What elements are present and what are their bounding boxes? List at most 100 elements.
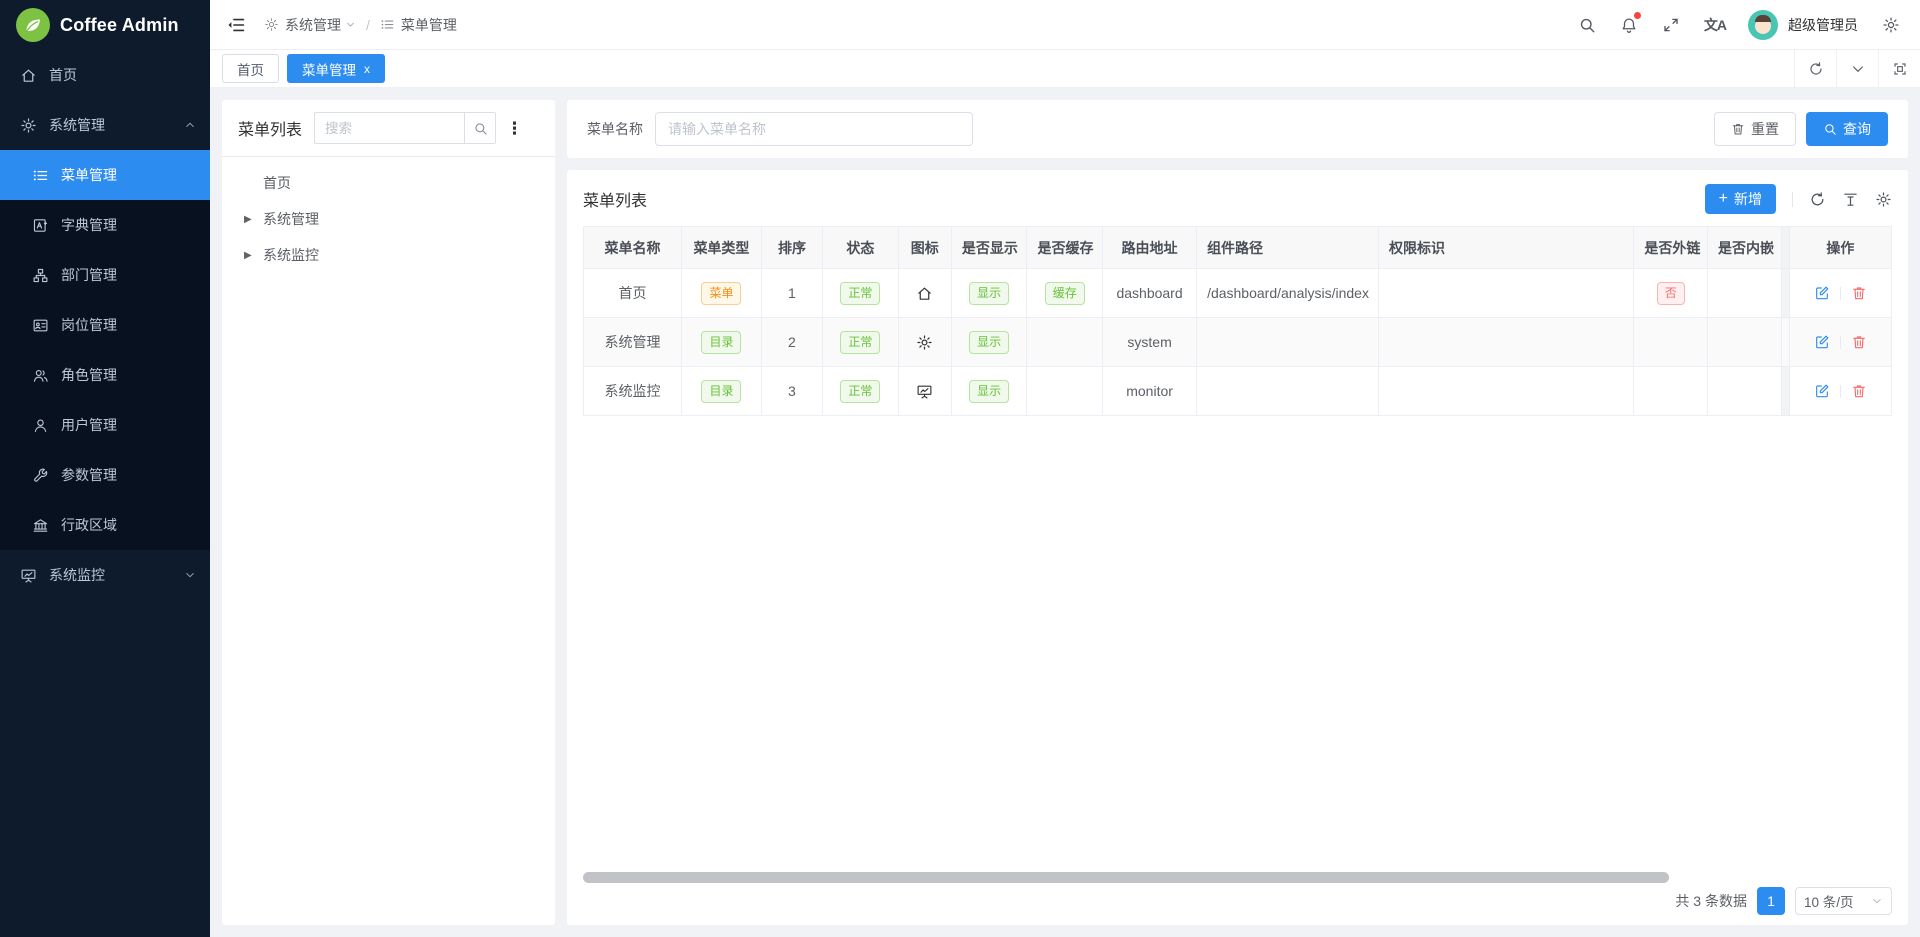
app-title: Coffee Admin — [60, 15, 179, 36]
visible-badge: 显示 — [969, 380, 1009, 403]
table-wrapper: 菜单名称 菜单类型 排序 状态 图标 是否显示 是否缓存 路由地址 组件路径 — [583, 226, 1892, 416]
app-window: Coffee Admin 首页 系统管理 菜单管理 字典管理 — [0, 0, 1920, 937]
sidebar-item-label: 岗位管理 — [61, 315, 117, 335]
table-header-row: 菜单名称 菜单类型 排序 状态 图标 是否显示 是否缓存 路由地址 组件路径 — [584, 227, 1892, 269]
row-actions — [1800, 383, 1881, 399]
sidebar-item-menu-management[interactable]: 菜单管理 — [0, 150, 210, 200]
right-column: 菜单名称 重置 查询 — [567, 100, 1908, 925]
sidebar-item-user-management[interactable]: 用户管理 — [0, 400, 210, 450]
status-badge: 正常 — [840, 282, 880, 305]
caret-right-icon[interactable]: ▶ — [244, 250, 256, 261]
cell-external — [1634, 367, 1708, 416]
sidebar-item-system-management[interactable]: 系统管理 — [0, 100, 210, 150]
edit-icon[interactable] — [1814, 285, 1830, 301]
menu-fold-icon[interactable] — [226, 15, 246, 35]
tree-node-label: 首页 — [263, 173, 291, 193]
cell-external — [1634, 318, 1708, 367]
scrollbar-gutter — [1781, 269, 1789, 318]
tab-menu-management[interactable]: 菜单管理 x — [287, 54, 385, 83]
avatar[interactable] — [1748, 10, 1778, 40]
add-button-label: 新增 — [1734, 189, 1762, 209]
tree-node-system[interactable]: ▶ 系统管理 — [232, 201, 545, 237]
column-header: 菜单名称 — [584, 227, 682, 269]
translate-icon[interactable]: 文A — [1704, 15, 1726, 35]
monitor-icon — [20, 567, 37, 584]
chevron-down-icon — [1850, 61, 1866, 77]
add-button[interactable]: + 新增 — [1705, 184, 1776, 214]
external-link-badge: 否 — [1657, 282, 1685, 305]
chevron-down-icon — [1871, 895, 1883, 907]
reset-button[interactable]: 重置 — [1714, 112, 1796, 146]
row-actions — [1800, 285, 1881, 301]
delete-icon[interactable] — [1851, 334, 1867, 350]
fullscreen-icon[interactable] — [1662, 16, 1680, 34]
horizontal-scrollbar — [583, 872, 1892, 883]
row-actions — [1800, 334, 1881, 350]
chevron-down-icon — [184, 569, 196, 581]
sidebar-item-label: 参数管理 — [61, 465, 117, 485]
sidebar-item-admin-region[interactable]: 行政区域 — [0, 500, 210, 550]
breadcrumb-parent[interactable]: 系统管理 — [285, 15, 341, 35]
close-icon[interactable]: x — [364, 62, 370, 76]
edit-icon[interactable] — [1814, 383, 1830, 399]
username[interactable]: 超级管理员 — [1788, 15, 1858, 35]
sidebar-item-home[interactable]: 首页 — [0, 50, 210, 100]
table-row[interactable]: 系统监控 目录 3 正常 显示 monitor — [584, 367, 1892, 416]
column-header: 操作 — [1789, 227, 1891, 269]
page-size-select[interactable]: 10 条/页 — [1795, 887, 1892, 915]
sidebar-item-dict-management[interactable]: 字典管理 — [0, 200, 210, 250]
sidebar-item-param-management[interactable]: 参数管理 — [0, 450, 210, 500]
refresh-tab-button[interactable] — [1794, 50, 1836, 87]
scrollbar-thumb[interactable] — [583, 872, 1669, 883]
table-row[interactable]: 系统管理 目录 2 正常 显示 system — [584, 318, 1892, 367]
tree-node-monitor[interactable]: ▶ 系统监控 — [232, 237, 545, 273]
sidebar-item-post-management[interactable]: 岗位管理 — [0, 300, 210, 350]
sidebar-item-dept-management[interactable]: 部门管理 — [0, 250, 210, 300]
cell-cache — [1027, 318, 1103, 367]
page-size-value: 10 条/页 — [1804, 891, 1854, 911]
tree-node-home[interactable]: ▶ 首页 — [232, 165, 545, 201]
menu-name-input[interactable] — [655, 112, 973, 146]
row-density-icon[interactable] — [1842, 191, 1859, 208]
caret-right-icon[interactable]: ▶ — [244, 214, 256, 225]
column-header: 是否内嵌 — [1707, 227, 1781, 269]
table-row[interactable]: 首页 菜单 1 正常 显示 缓存 dashboard /dashboard/an… — [584, 269, 1892, 318]
visible-badge: 显示 — [969, 282, 1009, 305]
list-icon — [380, 17, 395, 32]
cell-sort: 3 — [761, 367, 822, 416]
settings-gear-icon[interactable] — [1882, 16, 1900, 34]
column-settings-gear-icon[interactable] — [1875, 191, 1892, 208]
edit-icon[interactable] — [1814, 334, 1830, 350]
column-header: 路由地址 — [1103, 227, 1197, 269]
tab-menu-dropdown[interactable] — [1836, 50, 1878, 87]
tree-search-input[interactable] — [314, 112, 464, 144]
column-header: 权限标识 — [1378, 227, 1633, 269]
tab-home[interactable]: 首页 — [222, 54, 279, 83]
cell-route: system — [1103, 318, 1197, 367]
sidebar-item-label: 系统监控 — [49, 565, 105, 585]
notifications-button[interactable] — [1620, 15, 1638, 33]
delete-icon[interactable] — [1851, 383, 1867, 399]
tree-panel-header: 菜单列表 ⋮ — [222, 100, 555, 156]
refresh-icon[interactable] — [1809, 191, 1826, 208]
app-logo[interactable]: Coffee Admin — [0, 0, 210, 50]
more-options-icon[interactable]: ⋮ — [506, 120, 523, 137]
divider — [1792, 192, 1793, 207]
tree-search-button[interactable] — [464, 112, 496, 144]
delete-icon[interactable] — [1851, 285, 1867, 301]
notification-dot — [1634, 12, 1641, 19]
query-button[interactable]: 查询 — [1806, 112, 1888, 146]
sidebar-item-system-monitor[interactable]: 系统监控 — [0, 550, 210, 600]
gear-icon — [264, 17, 279, 32]
monitor-icon — [916, 383, 933, 400]
search-icon[interactable] — [1578, 16, 1596, 34]
chevron-up-icon — [184, 119, 196, 131]
bank-icon — [32, 517, 49, 534]
sidebar-item-label: 角色管理 — [61, 365, 117, 385]
sidebar-item-role-management[interactable]: 角色管理 — [0, 350, 210, 400]
maximize-content-button[interactable] — [1878, 50, 1920, 87]
sidebar-submenu: 菜单管理 字典管理 部门管理 岗位管理 角色管理 — [0, 150, 210, 550]
main-area: 系统管理 / 菜单管理 文A 超级管理员 首页 — [210, 0, 1920, 937]
page-1-button[interactable]: 1 — [1757, 887, 1785, 915]
query-button-label: 查询 — [1843, 119, 1871, 139]
